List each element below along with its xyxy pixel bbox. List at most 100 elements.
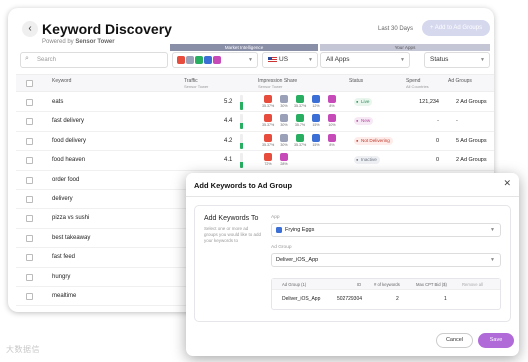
impression-share-item: 35.37%: [294, 95, 306, 108]
close-icon[interactable]: ✕: [503, 178, 511, 189]
ad-groups-cell[interactable]: 2 Ad Groups: [456, 99, 487, 105]
traffic-bar: [240, 114, 243, 130]
col-spend[interactable]: Spend All Countries: [406, 78, 429, 90]
chevron-down-icon: ▼: [490, 227, 495, 233]
keyword-cell: fast feed: [52, 254, 76, 261]
cancel-button[interactable]: Cancel: [436, 333, 473, 348]
traffic-bar-fill: [240, 122, 243, 130]
section-title: Add Keywords To: [204, 215, 259, 222]
impression-share-item: 35.37%: [294, 133, 307, 147]
keyword-cell: pizza vs sushi: [52, 215, 90, 222]
date-range[interactable]: Last 30 Days: [378, 26, 413, 32]
apps-select[interactable]: All Apps ▼: [320, 52, 410, 68]
impression-share-pct: 12%: [312, 104, 320, 108]
keyword-cell: eats: [52, 99, 64, 105]
save-button[interactable]: Save: [478, 333, 514, 348]
add-to-ad-groups-button[interactable]: + Add to Ad Groups: [422, 20, 490, 36]
keyword-cell: food delivery: [52, 137, 87, 144]
app-selector[interactable]: ▼: [172, 52, 258, 68]
table-header: Ad Group (1) ID # of keywords Max CPT Bi…: [272, 279, 500, 290]
table-row[interactable]: fast delivery 4.4 35.37% 30% 35.7% 15% 10% New -…: [16, 112, 494, 132]
traffic-bar: [240, 153, 243, 169]
impression-share-pct: 35.37%: [262, 142, 275, 147]
app-icon: [276, 227, 282, 233]
table-header: Keyword Traffic Sensor Tower Impression S…: [16, 74, 494, 92]
row-checkbox[interactable]: [26, 118, 33, 126]
row-checkbox[interactable]: [26, 215, 33, 223]
keyword-cell: order food: [52, 176, 80, 183]
row-checkbox[interactable]: [26, 137, 33, 145]
ad-group-label: Ad Group: [271, 245, 292, 250]
country-select[interactable]: US ▼: [262, 52, 318, 68]
spend-cell: -: [437, 118, 439, 125]
modal-header: Add Keywords to Ad Group ✕: [186, 173, 519, 197]
app-icon: [264, 114, 272, 123]
ad-groups-cell[interactable]: 5 Ad Groups: [456, 138, 487, 144]
table-row[interactable]: food delivery 4.2 35.37% 30% 35.37% 15% 8% Not …: [16, 132, 494, 152]
row-max-cpt-bid[interactable]: 1: [444, 296, 447, 302]
ad-groups-cell[interactable]: -: [456, 118, 458, 124]
remove-all-link[interactable]: Remove all: [462, 282, 483, 287]
table-row[interactable]: eats 5.2 35.37% 30% 35.37% 12% 8% Live 121,234 2 …: [16, 93, 494, 113]
status-badge: Not Delivering: [354, 136, 393, 145]
row-checkbox[interactable]: [26, 293, 33, 300]
chevron-down-icon: ▼: [308, 57, 313, 63]
us-flag-icon: [268, 57, 277, 63]
row-checkbox[interactable]: [26, 157, 33, 165]
app-icon: [312, 95, 320, 103]
impression-share-item: 30%: [278, 95, 290, 108]
col-status[interactable]: Status: [349, 78, 363, 84]
keyword-cell: hungry: [52, 273, 71, 280]
app-icon: [280, 153, 288, 162]
impression-share-item: 8%: [326, 95, 338, 108]
ad-groups-cell[interactable]: 2 Ad Groups: [456, 157, 487, 163]
impression-share-pct: 35.7%: [294, 123, 306, 128]
app-icon: [328, 133, 336, 142]
row-checkbox[interactable]: [26, 234, 33, 242]
spend-cell: 0: [435, 137, 439, 144]
impression-share-pct: 35.37%: [262, 123, 275, 128]
row-checkbox[interactable]: [26, 99, 33, 106]
app-icon: [280, 114, 288, 123]
col-impression[interactable]: Impression Share Sensor Tower: [258, 78, 297, 90]
impression-share-pct: 35.37%: [294, 142, 307, 147]
row-ad-group: Deliver_iOS_App: [282, 296, 321, 302]
traffic-bar: [240, 95, 243, 110]
col-id: ID: [357, 282, 362, 287]
row-checkbox[interactable]: [26, 196, 33, 203]
app-select[interactable]: Frying Eggs ▼: [271, 223, 501, 237]
spend-cell: 121,234: [419, 99, 439, 105]
status-select[interactable]: Status ▼: [424, 52, 490, 68]
powered-by-label: Powered by: [42, 39, 74, 45]
search-input[interactable]: Search: [20, 52, 168, 68]
row-checkbox[interactable]: [26, 176, 33, 184]
app-icon: [177, 56, 185, 64]
select-all-checkbox[interactable]: [26, 80, 33, 87]
impression-share-item: 15%: [310, 114, 322, 127]
traffic-bar-fill: [240, 142, 243, 149]
table-row[interactable]: food heaven 4.1 72% 28% Inactive 0 2 Ad Groups: [16, 151, 494, 171]
row-keywords: 2: [396, 296, 399, 302]
app-icon: [296, 114, 304, 123]
app-icon: [204, 56, 212, 64]
impression-share-item: 12%: [310, 95, 322, 108]
col-keyword[interactable]: Keyword: [52, 78, 71, 84]
page-title: Keyword Discovery: [42, 21, 172, 37]
app-icon: [264, 95, 272, 103]
selected-ad-groups-table: Ad Group (1) ID # of keywords Max CPT Bi…: [271, 278, 501, 310]
market-intelligence-band: Market Intelligence: [170, 44, 318, 51]
ad-group-select[interactable]: Deliver_iOS_App ▼: [271, 253, 501, 267]
impression-share-item: 72%: [262, 153, 274, 166]
sensor-tower-brand: Sensor Tower: [75, 39, 115, 45]
row-checkbox[interactable]: [26, 254, 33, 262]
traffic-cell: 4.4: [224, 118, 233, 125]
col-ad-groups[interactable]: Ad Groups: [448, 78, 472, 84]
impression-share-pct: 35.37%: [294, 104, 307, 108]
modal-title: Add Keywords to Ad Group: [194, 181, 293, 190]
impression-share-item: 15%: [310, 133, 322, 147]
col-traffic[interactable]: Traffic Sensor Tower: [184, 78, 208, 90]
row-checkbox[interactable]: [26, 273, 33, 281]
chevron-left-icon[interactable]: ‹: [22, 21, 38, 37]
app-icon: [312, 114, 320, 123]
impression-share-pct: 30%: [280, 104, 288, 108]
